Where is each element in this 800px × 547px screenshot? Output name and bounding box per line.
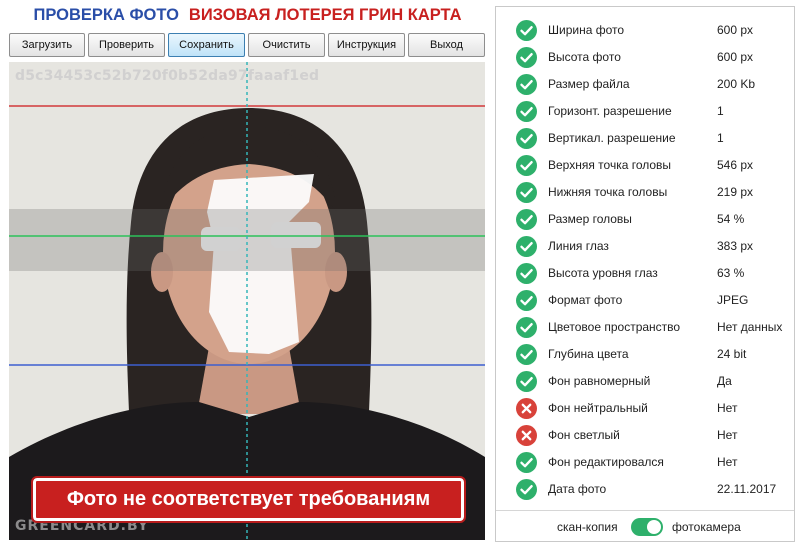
check-row: Фон равномерный Да — [496, 368, 794, 395]
check-value: 383 px — [717, 239, 754, 253]
save-button[interactable]: Сохранить — [168, 33, 245, 57]
scan-copy-label: скан-копия — [557, 520, 618, 534]
check-ok-icon — [516, 344, 537, 365]
checks-list: Ширина фото 600 px Высота фото 600 px Размер… — [496, 17, 794, 503]
check-ok-icon — [516, 74, 537, 95]
photo-preview: d5c34453c52b720f0b52da97faaaf1ed GREENCA… — [9, 62, 485, 540]
check-row: Верхняя точка головы 546 px — [496, 152, 794, 179]
check-label: Линия глаз — [548, 239, 609, 253]
title-green-card: ВИЗОВАЯ ЛОТЕРЕЯ ГРИН КАРТА — [188, 6, 462, 24]
check-row: Глубина цвета 24 bit — [496, 341, 794, 368]
toolbar: Загрузить Проверить Сохранить Очистить И… — [9, 33, 485, 57]
check-row: Линия глаз 383 px — [496, 233, 794, 260]
check-label: Высота фото — [548, 50, 621, 64]
check-ok-icon — [516, 20, 537, 41]
check-label: Ширина фото — [548, 23, 625, 37]
check-row: Размер головы 54 % — [496, 206, 794, 233]
check-row: Высота фото 600 px — [496, 44, 794, 71]
check-value: 63 % — [717, 266, 745, 280]
image-hash: d5c34453c52b720f0b52da97faaaf1ed — [15, 68, 320, 84]
check-label: Глубина цвета — [548, 347, 629, 361]
check-ok-icon — [516, 290, 537, 311]
exit-button[interactable]: Выход — [408, 33, 485, 57]
check-label: Нижняя точка головы — [548, 185, 668, 199]
check-label: Цветовое пространство — [548, 320, 681, 334]
check-row: Фон светлый Нет — [496, 422, 794, 449]
check-button[interactable]: Проверить — [88, 33, 165, 57]
check-ok-icon — [516, 317, 537, 338]
load-button[interactable]: Загрузить — [9, 33, 85, 57]
check-row: Размер файла 200 Kb — [496, 71, 794, 98]
check-ok-icon — [516, 101, 537, 122]
check-label: Вертикал. разрешение — [548, 131, 676, 145]
check-value: 600 px — [717, 50, 754, 64]
source-toggle-switch[interactable] — [631, 518, 663, 536]
check-value: 1 — [717, 131, 724, 145]
check-row: Нижняя точка головы 219 px — [496, 179, 794, 206]
check-row: Дата фото 22.11.2017 — [496, 476, 794, 503]
check-label: Дата фото — [548, 482, 607, 496]
check-ok-icon — [516, 182, 537, 203]
check-ok-icon — [516, 236, 537, 257]
check-label: Фон нейтральный — [548, 401, 648, 415]
check-label: Фон светлый — [548, 428, 620, 442]
panel-divider — [496, 510, 794, 511]
checks-panel: Ширина фото 600 px Высота фото 600 px Размер… — [495, 6, 795, 542]
check-value: Нет данных — [717, 320, 783, 334]
check-value: Нет — [717, 455, 738, 469]
check-value: JPEG — [717, 293, 749, 307]
check-value: 1 — [717, 104, 724, 118]
check-value: Нет — [717, 428, 738, 442]
toggle-knob — [647, 520, 661, 534]
check-row: Формат фото JPEG — [496, 287, 794, 314]
check-row: Вертикал. разрешение 1 — [496, 125, 794, 152]
check-label: Верхняя точка головы — [548, 158, 672, 172]
check-ok-icon — [516, 479, 537, 500]
check-ok-icon — [516, 47, 537, 68]
photo-checker-window: ПРОВЕРКА ФОТО ВИЗОВАЯ ЛОТЕРЕЯ ГРИН КАРТА … — [0, 0, 800, 547]
check-value: 546 px — [717, 158, 754, 172]
source-toggle-row: скан-копия фотокамера — [496, 518, 794, 536]
portrait-image — [9, 62, 485, 540]
title-photo-check: ПРОВЕРКА ФОТО — [33, 6, 179, 24]
check-ok-icon — [516, 128, 537, 149]
check-row: Высота уровня глаз 63 % — [496, 260, 794, 287]
clear-button[interactable]: Очистить — [248, 33, 325, 57]
check-ok-icon — [516, 452, 537, 473]
check-label: Формат фото — [548, 293, 623, 307]
check-value: Да — [717, 374, 732, 388]
check-fail-icon — [516, 398, 537, 419]
check-row: Горизонт. разрешение 1 — [496, 98, 794, 125]
check-row: Фон нейтральный Нет — [496, 395, 794, 422]
app-title: ПРОВЕРКА ФОТО ВИЗОВАЯ ЛОТЕРЕЯ ГРИН КАРТА — [0, 6, 495, 30]
check-value: 200 Kb — [717, 77, 756, 91]
check-value: 219 px — [717, 185, 754, 199]
check-value: 24 bit — [717, 347, 747, 361]
check-row: Цветовое пространство Нет данных — [496, 314, 794, 341]
check-value: 22.11.2017 — [717, 482, 777, 496]
check-label: Фон равномерный — [548, 374, 651, 388]
check-label: Размер головы — [548, 212, 632, 226]
check-value: 54 % — [717, 212, 745, 226]
check-label: Размер файла — [548, 77, 630, 91]
check-ok-icon — [516, 155, 537, 176]
verdict-banner: Фото не соответствует требованиям — [31, 476, 466, 523]
check-value: 600 px — [717, 23, 754, 37]
check-ok-icon — [516, 209, 537, 230]
check-label: Фон редактировался — [548, 455, 664, 469]
camera-label: фотокамера — [672, 520, 741, 534]
check-value: Нет — [717, 401, 738, 415]
check-ok-icon — [516, 371, 537, 392]
check-label: Высота уровня глаз — [548, 266, 658, 280]
check-ok-icon — [516, 263, 537, 284]
instruction-button[interactable]: Инструкция — [328, 33, 405, 57]
check-label: Горизонт. разрешение — [548, 104, 672, 118]
check-row: Фон редактировался Нет — [496, 449, 794, 476]
check-row: Ширина фото 600 px — [496, 17, 794, 44]
check-fail-icon — [516, 425, 537, 446]
